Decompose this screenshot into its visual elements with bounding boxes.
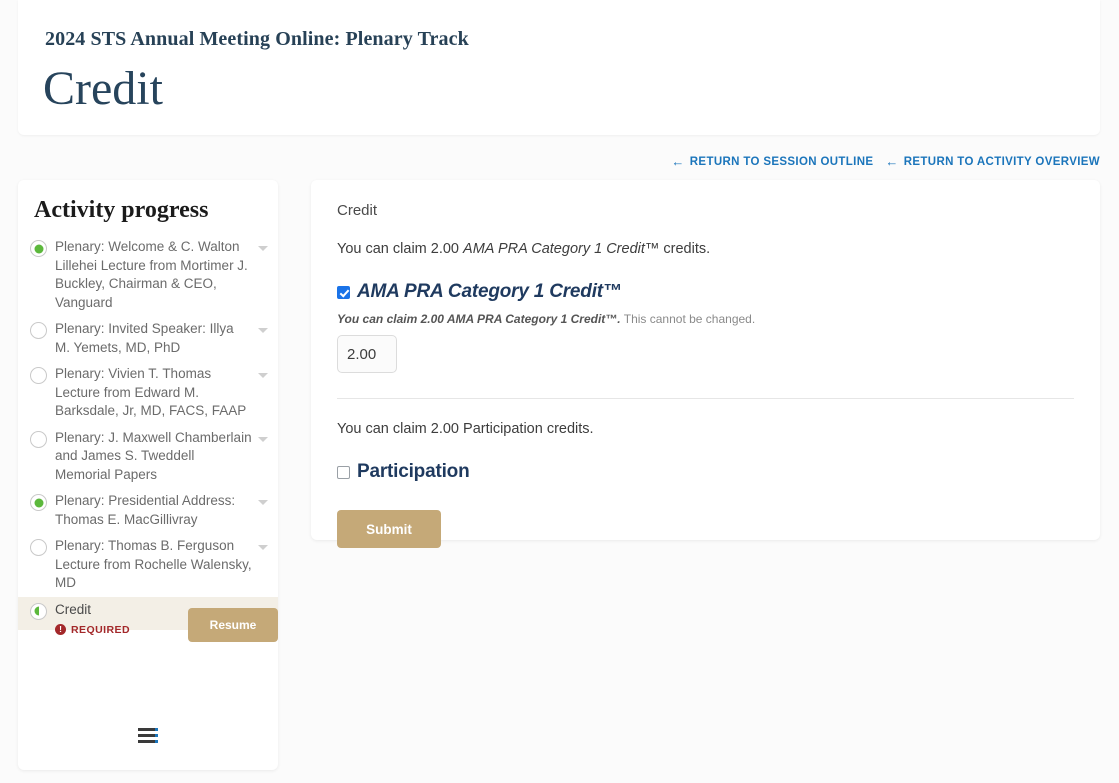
return-to-activity-overview-link[interactable]: ← RETURN TO ACTIVITY OVERVIEW <box>885 155 1100 168</box>
activity-progress-sidebar: Activity progress Plenary: Welcome & C. … <box>18 180 278 770</box>
credit-form-card: Credit You can claim 2.00 AMA PRA Catego… <box>311 180 1100 548</box>
ama-credit-heading-row: AMA PRA Category 1 Credit™ <box>337 281 1074 303</box>
chevron-down-icon[interactable] <box>258 328 268 333</box>
sidebar-item-label: Plenary: J. Maxwell Chamberlain and Jame… <box>55 429 252 482</box>
progress-complete-icon <box>30 494 47 511</box>
return-to-session-outline-label: RETURN TO SESSION OUTLINE <box>689 155 874 168</box>
ama-claim-credit-name: AMA PRA Category 1 Credit™ <box>463 241 660 257</box>
hamburger-line <box>138 728 158 731</box>
submit-button[interactable]: Submit <box>337 510 441 548</box>
sidebar-item-label: Plenary: Invited Speaker: Illya M. Yemet… <box>55 321 234 355</box>
credit-amount-input[interactable] <box>337 335 397 373</box>
ama-claim-prefix: You can claim 2.00 <box>337 241 464 257</box>
credit-section-label: Credit <box>337 202 378 219</box>
page-title: Credit <box>43 62 163 115</box>
resume-button[interactable]: Resume <box>188 607 278 642</box>
hamburger-icon[interactable] <box>138 725 158 746</box>
sidebar-item-label: Plenary: Welcome & C. Walton Lillehei Le… <box>55 239 248 310</box>
progress-incomplete-icon <box>30 539 47 556</box>
progress-incomplete-icon <box>30 430 47 448</box>
chevron-down-icon[interactable] <box>258 373 268 378</box>
sidebar-item-memorial-papers[interactable]: Plenary: J. Maxwell Chamberlain and Jame… <box>18 425 278 489</box>
top-navigation-links: ← RETURN TO SESSION OUTLINE ← RETURN TO … <box>671 155 1100 168</box>
ama-claim-statement: You can claim 2.00 AMA PRA Category 1 Cr… <box>337 241 1074 257</box>
section-divider <box>337 398 1074 399</box>
hamburger-line <box>138 740 158 743</box>
sidebar-title: Activity progress <box>34 197 209 223</box>
sidebar-item-ferguson-lecture[interactable]: Plenary: Thomas B. Ferguson Lecture from… <box>18 533 278 597</box>
ama-helper-rest: This cannot be changed. <box>620 312 756 326</box>
sidebar-item-credit[interactable]: Credit ! REQUIRED Resume <box>18 596 278 642</box>
progress-incomplete-icon <box>30 322 47 339</box>
sidebar-item-presidential-address[interactable]: Plenary: Presidential Address: Thomas E.… <box>18 488 278 533</box>
required-badge-label: REQUIRED <box>71 623 131 636</box>
progress-partial-icon <box>30 602 47 620</box>
sidebar-item-label: Plenary: Thomas B. Ferguson Lecture from… <box>55 538 252 590</box>
sidebar-item-vivien-thomas-lecture[interactable]: Plenary: Vivien T. Thomas Lecture from E… <box>18 361 278 425</box>
status-badge: ! REQUIRED <box>55 624 130 636</box>
participation-heading-label: Participation <box>357 461 470 482</box>
ama-credit-checkbox[interactable] <box>337 285 350 299</box>
sidebar-item-invited-speaker[interactable]: Plenary: Invited Speaker: Illya M. Yemet… <box>18 316 278 361</box>
page-header-card: 2024 STS Annual Meeting Online: Plenary … <box>18 0 1100 135</box>
participation-checkbox[interactable] <box>337 465 350 479</box>
chevron-down-icon[interactable] <box>258 246 268 251</box>
progress-complete-icon <box>30 240 47 257</box>
chevron-down-icon[interactable] <box>258 545 268 550</box>
chevron-down-icon[interactable] <box>258 436 268 442</box>
exclamation-icon: ! <box>55 624 66 635</box>
chevron-down-icon[interactable] <box>258 500 268 505</box>
arrow-left-icon: ← <box>671 154 685 169</box>
sidebar-item-label: Plenary: Presidential Address: Thomas E.… <box>55 493 236 527</box>
breadcrumb-activity-title: 2024 STS Annual Meeting Online: Plenary … <box>45 28 469 50</box>
sidebar-item-welcome-lecture[interactable]: Plenary: Welcome & C. Walton Lillehei Le… <box>18 234 278 316</box>
activity-progress-list: Plenary: Welcome & C. Walton Lillehei Le… <box>18 234 278 642</box>
ama-credit-heading-label: AMA PRA Category 1 Credit™ <box>357 281 622 302</box>
participation-claim-statement: You can claim 2.00 Participation credits… <box>337 421 594 437</box>
ama-claim-suffix: credits. <box>659 241 711 257</box>
arrow-left-icon: ← <box>885 154 899 169</box>
progress-incomplete-icon <box>30 367 47 384</box>
return-to-activity-overview-label: RETURN TO ACTIVITY OVERVIEW <box>903 155 1100 168</box>
ama-helper-bold: You can claim 2.00 AMA PRA Category 1 Cr… <box>337 312 621 326</box>
sidebar-item-label: Plenary: Vivien T. Thomas Lecture from E… <box>55 366 247 418</box>
participation-heading-row: Participation <box>337 461 1074 483</box>
ama-credit-helper-text: You can claim 2.00 AMA PRA Category 1 Cr… <box>337 312 1074 326</box>
return-to-session-outline-link[interactable]: ← RETURN TO SESSION OUTLINE <box>671 155 873 168</box>
hamburger-line <box>138 734 158 737</box>
